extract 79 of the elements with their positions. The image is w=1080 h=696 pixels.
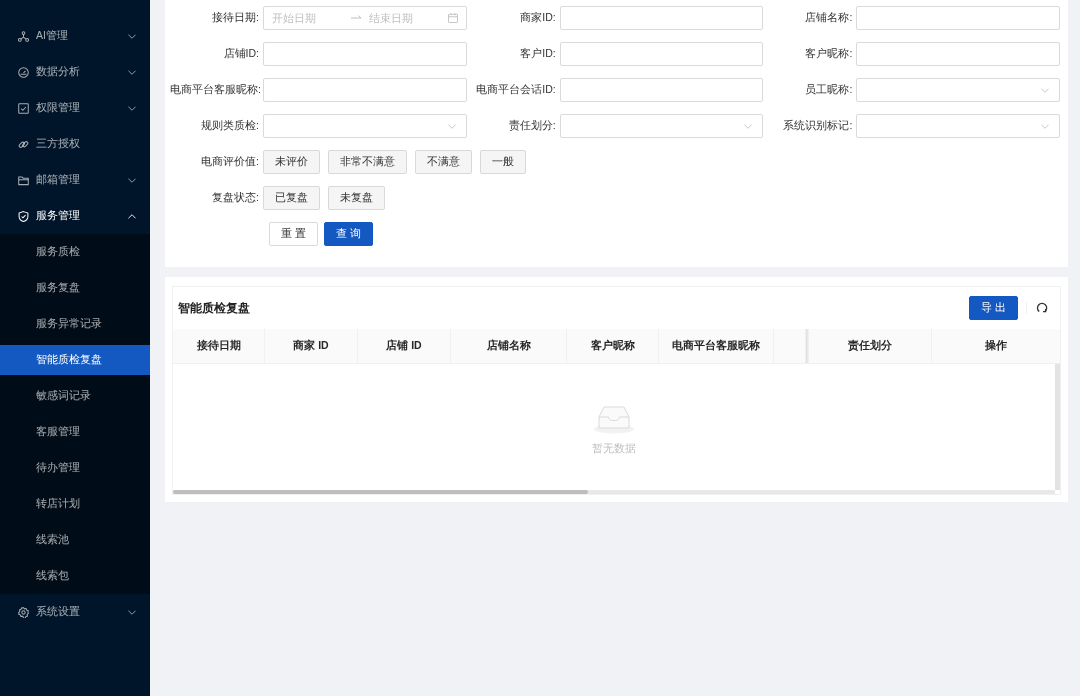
filter-option-button[interactable]: 未评价	[263, 150, 320, 174]
calendar-icon	[447, 13, 458, 23]
reset-button[interactable]: 重 置	[269, 222, 318, 246]
field-label: 复盘状态:	[211, 191, 260, 205]
shield-check-icon	[18, 210, 29, 222]
section-title: 智能质检复盘	[178, 299, 250, 317]
horizontal-scrollbar[interactable]	[173, 490, 1055, 494]
chevron-down-icon	[744, 123, 753, 129]
filter-option-button[interactable]: 未复盘	[328, 186, 385, 210]
field-label: 电商评价值:	[200, 155, 260, 169]
field-label: 店铺名称:	[804, 11, 854, 25]
column-header: 客户昵称	[567, 329, 659, 363]
column-header: 电商平台客服昵称	[659, 329, 774, 363]
menu-group[interactable]: AI管理	[0, 21, 150, 51]
field-label: 系统识别标记:	[782, 119, 854, 133]
text-input[interactable]	[559, 78, 764, 102]
field-label: 客户ID:	[519, 47, 557, 61]
menu-group[interactable]: 数据分析	[0, 57, 150, 87]
field-label: 店铺ID:	[222, 47, 260, 61]
settings-icon	[18, 606, 29, 618]
column-header: 店铺名称	[451, 329, 567, 363]
filter-option-button[interactable]: 非常不满意	[328, 150, 407, 174]
link-icon	[18, 138, 29, 150]
menu-item[interactable]: 服务质检	[0, 237, 150, 267]
menu-item[interactable]: 线索包	[0, 561, 150, 591]
menu-group[interactable]: 邮箱管理	[0, 165, 150, 195]
menu-group[interactable]: 服务管理	[0, 201, 150, 231]
vertical-scrollbar[interactable]	[1055, 364, 1060, 490]
select-field[interactable]	[856, 78, 1060, 102]
column-header: 操作	[984, 338, 1008, 353]
field-label: 员工昵称:	[804, 83, 854, 97]
select-field[interactable]	[263, 114, 467, 138]
menu-item[interactable]: 敏感词记录	[0, 381, 150, 411]
gauge-icon	[18, 66, 29, 78]
select-field[interactable]	[559, 114, 764, 138]
text-input[interactable]	[559, 42, 764, 66]
chevron-down-icon	[447, 123, 456, 129]
column-header: 商家 ID	[265, 329, 358, 363]
chevron-down-icon	[1041, 87, 1049, 93]
menu-item[interactable]: 三方授权	[0, 129, 150, 159]
field-label: 责任划分:	[507, 119, 557, 133]
search-button[interactable]: 查 询	[323, 222, 373, 246]
text-input[interactable]	[856, 42, 1060, 66]
field-label: 规则类质检:	[200, 119, 260, 133]
column-header: 责任划分	[809, 329, 932, 363]
menu-group[interactable]: 系统设置	[0, 597, 150, 627]
field-label: 接待日期:	[211, 11, 260, 25]
field-label: 电商平台会话ID:	[475, 83, 557, 97]
folder-icon	[18, 174, 29, 186]
empty-inbox-icon	[593, 404, 635, 434]
empty-text: 暂无数据	[592, 442, 636, 456]
export-button[interactable]: 导 出	[969, 296, 1018, 320]
field-label: 商家ID:	[519, 11, 557, 25]
filter-option-button[interactable]: 已复盘	[263, 186, 320, 210]
field-label: 客户昵称:	[804, 47, 854, 61]
refresh-icon[interactable]	[1036, 302, 1048, 314]
text-input[interactable]	[559, 6, 764, 30]
column-header: 店铺 ID	[358, 329, 451, 363]
menu-item[interactable]: 智能质检复盘	[0, 345, 150, 375]
menu-item[interactable]: 服务复盘	[0, 273, 150, 303]
menu-item[interactable]: 转店计划	[0, 489, 150, 519]
text-input[interactable]	[263, 42, 467, 66]
text-input[interactable]	[856, 6, 1060, 30]
filter-option-button[interactable]: 不满意	[415, 150, 472, 174]
network-icon	[18, 30, 29, 42]
column-header: 接待日期	[173, 329, 265, 363]
chevron-down-icon	[1041, 123, 1049, 129]
menu-item[interactable]: 服务异常记录	[0, 309, 150, 339]
field-label: 电商平台客服昵称:	[170, 83, 262, 97]
arrow-right-icon	[351, 15, 363, 21]
text-input[interactable]	[263, 78, 467, 102]
select-field[interactable]	[856, 114, 1060, 138]
menu-item[interactable]: 客服管理	[0, 417, 150, 447]
menu-group[interactable]: 权限管理	[0, 93, 150, 123]
checkbox-icon	[18, 102, 29, 114]
menu-item[interactable]: 待办管理	[0, 453, 150, 483]
filter-option-button[interactable]: 一般	[480, 150, 526, 174]
menu-item[interactable]: 线索池	[0, 525, 150, 555]
end-date-input[interactable]: 结束日期	[369, 12, 442, 24]
